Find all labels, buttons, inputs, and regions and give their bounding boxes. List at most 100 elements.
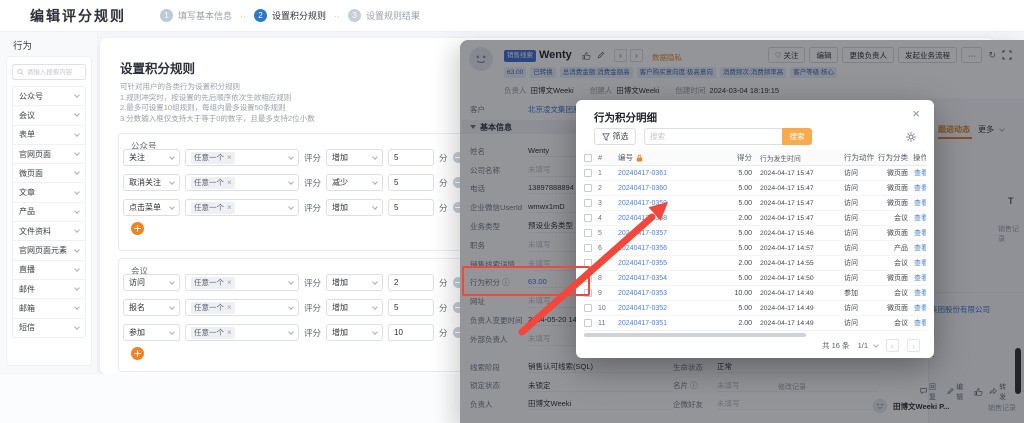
- record-id-link[interactable]: 20240417-0358: [618, 215, 667, 222]
- view-link[interactable]: 查看: [910, 213, 926, 223]
- sidebar-search[interactable]: [12, 64, 86, 80]
- operation-select[interactable]: 增加: [326, 324, 383, 341]
- sidebar-category-item[interactable]: 文章: [13, 183, 85, 202]
- action-select[interactable]: 访问: [123, 274, 180, 291]
- sidebar-category-item[interactable]: 短信: [13, 319, 85, 338]
- chevron-down-icon: [74, 150, 80, 156]
- target-select[interactable]: 任意一个×: [185, 149, 299, 166]
- operation-select[interactable]: 减少: [326, 174, 383, 191]
- scrollbar-thumb[interactable]: [1015, 348, 1021, 394]
- view-link[interactable]: 查看: [910, 318, 926, 328]
- target-select[interactable]: 任意一个×: [185, 199, 299, 216]
- add-rule-button[interactable]: [131, 347, 144, 360]
- record-id-link[interactable]: 20240417-0352: [618, 305, 667, 312]
- record-id-link[interactable]: 20240417-0359: [618, 200, 667, 207]
- view-link[interactable]: 查看: [910, 288, 926, 298]
- page-select[interactable]: 1/1: [858, 341, 878, 350]
- score-input[interactable]: 5: [388, 174, 434, 191]
- row-action: 访问: [844, 273, 878, 283]
- wizard-step[interactable]: 1 填写基本信息 ··: [160, 9, 254, 22]
- operation-select[interactable]: 增加: [326, 299, 383, 316]
- score-input[interactable]: 2: [388, 274, 434, 291]
- view-link[interactable]: 查看: [910, 183, 926, 193]
- row-checkbox[interactable]: [584, 214, 592, 222]
- row-checkbox[interactable]: [584, 169, 592, 177]
- remove-tag-icon[interactable]: ×: [227, 153, 232, 162]
- sidebar-category-item[interactable]: 产品: [13, 203, 85, 222]
- action-select[interactable]: 点击菜单: [123, 199, 180, 216]
- row-action: 访问: [844, 183, 878, 193]
- next-page-button[interactable]: ›: [907, 339, 920, 352]
- sidebar-category-item[interactable]: 官网页面: [13, 145, 85, 164]
- operation-select[interactable]: 增加: [326, 274, 383, 291]
- action-select[interactable]: 关注: [123, 149, 180, 166]
- score-input[interactable]: 5: [388, 299, 434, 316]
- sidebar-category-item[interactable]: 邮件: [13, 280, 85, 299]
- remove-tag-icon[interactable]: ×: [227, 178, 232, 187]
- sidebar-category-item[interactable]: 官网页面元素: [13, 241, 85, 260]
- sidebar-search-input[interactable]: [27, 69, 81, 76]
- modal-search-input[interactable]: [650, 132, 777, 141]
- operation-select[interactable]: 增加: [326, 199, 383, 216]
- chevron-down-icon: [288, 154, 294, 160]
- target-select[interactable]: 任意一个×: [185, 174, 299, 191]
- action-select[interactable]: 参加: [123, 324, 180, 341]
- remove-tag-icon[interactable]: ×: [227, 278, 232, 287]
- target-select[interactable]: 任意一个×: [185, 274, 299, 291]
- view-link[interactable]: 查看: [910, 273, 926, 283]
- remove-tag-icon[interactable]: ×: [227, 303, 232, 312]
- row-checkbox[interactable]: [584, 259, 592, 267]
- score-input[interactable]: 5: [388, 199, 434, 216]
- record-id-link[interactable]: 20240417-0356: [618, 245, 667, 252]
- sidebar-category-item[interactable]: 微页面: [13, 164, 85, 183]
- sidebar-category-item[interactable]: 直播: [13, 261, 85, 280]
- select-all-checkbox[interactable]: [584, 154, 592, 162]
- wizard-step[interactable]: 3 设置规则结果 ··: [348, 9, 420, 22]
- wizard-step[interactable]: 2 设置积分规则 ··: [254, 9, 348, 22]
- view-link[interactable]: 查看: [910, 168, 926, 178]
- sidebar-category-item[interactable]: 会议: [13, 106, 85, 125]
- target-select[interactable]: 任意一个×: [185, 324, 299, 341]
- row-checkbox[interactable]: [584, 229, 592, 237]
- action-select[interactable]: 取消关注: [123, 174, 180, 191]
- view-link[interactable]: 查看: [910, 198, 926, 208]
- record-id-link[interactable]: 20240417-0355: [618, 260, 667, 267]
- view-link[interactable]: 查看: [910, 228, 926, 238]
- close-icon[interactable]: ×: [912, 106, 920, 121]
- action-select[interactable]: 报名: [123, 299, 180, 316]
- score-input[interactable]: 5: [388, 149, 434, 166]
- view-link[interactable]: 查看: [910, 258, 926, 268]
- search-button[interactable]: 搜索: [782, 128, 812, 145]
- view-link[interactable]: 查看: [910, 303, 926, 313]
- row-checkbox[interactable]: [584, 199, 592, 207]
- horizontal-scrollbar[interactable]: [584, 333, 806, 337]
- sidebar-category-item[interactable]: 公众号: [13, 87, 85, 106]
- add-rule-button[interactable]: [131, 222, 144, 235]
- record-id-link[interactable]: 20240417-0353: [618, 290, 667, 297]
- gear-icon[interactable]: [906, 132, 916, 142]
- remove-tag-icon[interactable]: ×: [227, 328, 232, 337]
- filter-button[interactable]: 筛选: [594, 128, 636, 145]
- row-checkbox[interactable]: [584, 304, 592, 312]
- row-checkbox[interactable]: [584, 274, 592, 282]
- modal-search[interactable]: [644, 128, 782, 145]
- rule-row: 报名 任意一个× 评分 增加 5 分: [123, 299, 464, 316]
- sidebar-category-item[interactable]: 邮箱: [13, 299, 85, 318]
- row-checkbox[interactable]: [584, 244, 592, 252]
- sidebar-category-item[interactable]: 文件资料: [13, 222, 85, 241]
- record-id-link[interactable]: 20240417-0361: [618, 170, 667, 177]
- record-id-link[interactable]: 20240417-0360: [618, 185, 667, 192]
- operation-select[interactable]: 增加: [326, 149, 383, 166]
- row-checkbox[interactable]: [584, 184, 592, 192]
- view-link[interactable]: 查看: [910, 243, 926, 253]
- remove-tag-icon[interactable]: ×: [227, 203, 232, 212]
- record-id-link[interactable]: 20240417-0357: [618, 230, 667, 237]
- row-checkbox[interactable]: [584, 289, 592, 297]
- record-id-link[interactable]: 20240417-0354: [618, 275, 667, 282]
- target-select[interactable]: 任意一个×: [185, 299, 299, 316]
- sidebar-category-item[interactable]: 表单: [13, 126, 85, 145]
- prev-page-button[interactable]: ‹: [886, 339, 899, 352]
- row-checkbox[interactable]: [584, 319, 592, 327]
- score-input[interactable]: 10: [388, 324, 434, 341]
- record-id-link[interactable]: 20240417-0351: [618, 320, 667, 327]
